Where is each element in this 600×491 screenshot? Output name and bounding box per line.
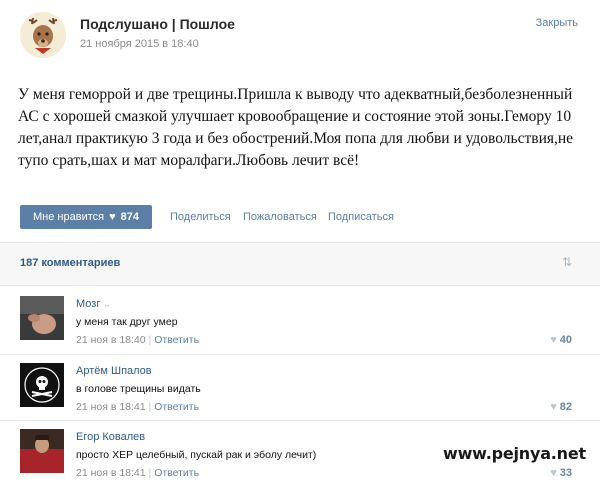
comment-meta: 21 ноя в 18:40 | Ответить — [76, 334, 199, 346]
sort-arrows-icon[interactable]: ⇅ — [562, 255, 572, 269]
close-button[interactable]: Закрыть — [536, 17, 578, 29]
group-name[interactable]: Подслушано | Пошлое — [80, 16, 235, 32]
share-link[interactable]: Поделиться — [170, 211, 231, 223]
comments-bar: 187 комментариев ⇅ — [0, 242, 600, 286]
comment-author[interactable]: Мозг — [76, 298, 100, 310]
online-mobile-icon: ↔ — [103, 300, 111, 309]
comment-time[interactable]: 21 ноя в 18:41 — [76, 401, 146, 413]
comment-text: просто ХЕР целебный, пускай рак и эболу … — [76, 449, 317, 461]
post-text: У меня геморрой и две трещины.Пришла к в… — [18, 86, 574, 169]
heart-icon: ♥ — [550, 401, 557, 413]
post-header: Подслушано | Пошлое 21 ноября 2015 в 18:… — [0, 0, 600, 72]
comment-like-count: 33 — [559, 467, 572, 479]
reply-button[interactable]: Ответить — [154, 467, 199, 479]
avatar[interactable] — [20, 363, 64, 407]
comment-like-button[interactable]: ♥ 82 — [550, 401, 572, 413]
heart-icon: ♥ — [550, 467, 557, 479]
reply-button[interactable]: Ответить — [154, 401, 199, 413]
post-date[interactable]: 21 ноября 2015 в 18:40 — [80, 38, 199, 50]
user-photo-icon — [20, 429, 64, 473]
comment-item: Артём Шпалов в голове трещины видать 21 … — [0, 354, 600, 425]
comment-like-count: 40 — [559, 334, 572, 346]
watermark: www.pejnya.net — [443, 444, 586, 463]
subscribe-link[interactable]: Подписаться — [328, 211, 394, 223]
comment-text: у меня так друг умер — [76, 316, 178, 328]
comment-author[interactable]: Артём Шпалов — [76, 365, 152, 377]
deer-logo-icon — [20, 12, 66, 58]
skull-emblem-icon — [20, 363, 64, 407]
comment-text: в голове трещины видать — [76, 383, 201, 395]
like-count: 874 — [120, 211, 139, 223]
comment-like-button[interactable]: ♥ 40 — [550, 334, 572, 346]
user-photo-icon — [20, 296, 64, 340]
report-link[interactable]: Пожаловаться — [243, 211, 317, 223]
avatar[interactable] — [20, 429, 64, 473]
heart-icon: ♥ — [109, 211, 116, 223]
comments-count[interactable]: 187 комментариев — [20, 257, 120, 269]
comment-author[interactable]: Егор Ковалев — [76, 431, 145, 443]
comment-time[interactable]: 21 ноя в 18:40 — [76, 334, 146, 346]
comment-time[interactable]: 21 ноя в 18:41 — [76, 467, 146, 479]
comment-meta: 21 ноя в 18:41 | Ответить — [76, 467, 199, 479]
comment-like-button[interactable]: ♥ 33 — [550, 467, 572, 479]
group-avatar[interactable] — [20, 12, 66, 58]
comment-like-count: 82 — [559, 401, 572, 413]
reply-button[interactable]: Ответить — [154, 334, 199, 346]
comment-meta: 21 ноя в 18:41 | Ответить — [76, 401, 199, 413]
heart-icon: ♥ — [550, 334, 557, 346]
avatar[interactable] — [20, 296, 64, 340]
like-button[interactable]: Мне нравится ♥ 874 — [20, 205, 152, 229]
comment-item: Мозг ↔ у меня так друг умер 21 ноя в 18:… — [0, 296, 600, 358]
like-label: Мне нравится — [33, 211, 105, 223]
